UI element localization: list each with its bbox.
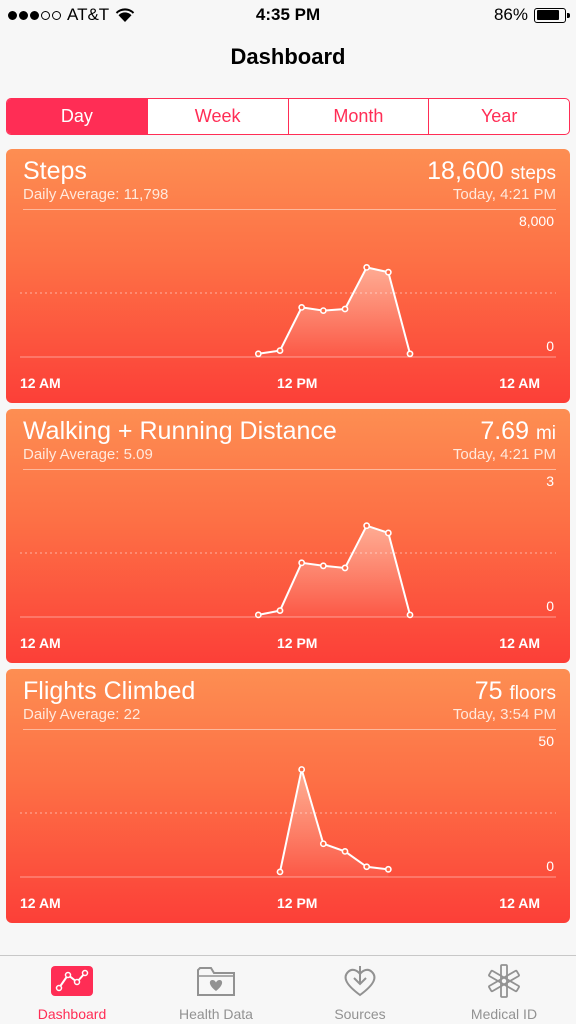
battery-icon [534,7,570,23]
data-point [319,840,327,848]
data-point [363,264,371,271]
data-point [276,347,284,354]
data-point [254,350,262,358]
data-point [363,863,371,871]
card-value-number: 75 [474,677,503,705]
status-right: 86% [493,5,570,25]
y-axis-min-label: 0 [546,858,554,874]
flights-climbed-card[interactable]: Flights Climbed Daily Average: 22 75 flo… [6,669,570,923]
x-axis-label-start: 12 AM [20,375,61,391]
segment-day[interactable]: Day [7,99,147,134]
data-point [276,868,284,876]
data-point [384,865,392,873]
status-time: 4:35 PM [255,5,321,24]
card-timestamp: Today, 4:21 PM [452,446,556,463]
data-point [341,847,349,855]
y-axis-max-label: 8,000 [518,213,554,229]
status-bar: AT&T 4:35 PM 86% [0,0,576,30]
card-timestamp: Today, 3:54 PM [452,706,556,723]
segment-month[interactable]: Month [287,99,429,134]
card-value-unit: floors [509,683,556,704]
data-point [319,307,327,314]
series-area [280,769,389,877]
tab-label: Dashboard [37,1006,107,1022]
card-daily-average: Daily Average: 22 [23,706,141,723]
card-value: 18,600 steps [427,157,556,186]
data-point [341,305,349,313]
data-point [341,564,349,572]
card-daily-average: Daily Average: 11,798 [23,186,169,203]
battery-percent: 86% [493,5,528,24]
tab-label: Medical ID [470,1006,538,1022]
tab-health-data[interactable]: Health Data [144,956,288,1024]
card-title: Walking + Running Distance [23,417,337,445]
steps-card[interactable]: Steps Daily Average: 11,798 18,600 steps… [6,149,570,403]
data-point [254,611,262,619]
dashboard-chart-icon [50,964,94,998]
tab-label: Health Data [179,1006,253,1022]
x-axis-label-end: 12 AM [499,635,540,651]
health-data-folder-icon [194,964,238,998]
segment-week[interactable]: Week [146,99,288,134]
x-axis-label-start: 12 AM [20,635,61,651]
card-divider [23,729,556,730]
data-point [319,562,327,570]
sources-heart-icon [338,964,382,998]
card-daily-average: Daily Average: 5.09 [23,446,153,463]
card-divider [23,469,556,470]
x-axis-label-mid: 12 PM [277,375,318,391]
series-area [258,267,410,357]
card-value: 75 floors [475,677,556,706]
y-axis-min-label: 0 [546,338,554,354]
card-value-unit: steps [510,163,556,184]
y-axis-max-label: 50 [538,733,554,749]
data-point [276,607,284,614]
card-value-unit: mi [535,423,556,444]
card-timestamp: Today, 4:21 PM [452,186,556,203]
time-range-segmented-control: Day Week Month Year [6,98,570,135]
medical-id-star-icon [482,964,526,998]
series-area [258,525,410,617]
tab-dashboard[interactable]: Dashboard [0,956,144,1024]
x-axis-label-mid: 12 PM [277,635,318,651]
tab-label: Sources [334,1006,386,1022]
tab-medical-id[interactable]: Medical ID [432,956,576,1024]
data-point [298,303,306,311]
page-title: Dashboard [230,44,346,69]
data-point [406,611,414,619]
card-title: Steps [23,157,87,185]
x-axis-label-mid: 12 PM [277,895,318,911]
card-value: 7.69 mi [480,417,556,446]
data-point [298,559,306,567]
data-point [384,529,392,537]
walking-running-distance-card[interactable]: Walking + Running Distance Daily Average… [6,409,570,663]
y-axis-max-label: 3 [546,473,554,489]
tab-bar: Dashboard Health Data Sources Medical ID [0,955,576,1024]
card-value-number: 18,600 [427,157,504,185]
segment-year[interactable]: Year [428,99,569,134]
card-title: Flights Climbed [23,677,196,705]
y-axis-min-label: 0 [546,598,554,614]
x-axis-label-end: 12 AM [499,375,540,391]
x-axis-label-end: 12 AM [499,895,540,911]
tab-sources[interactable]: Sources [288,956,432,1024]
card-value-number: 7.69 [480,417,529,445]
x-axis-label-start: 12 AM [20,895,61,911]
data-point [298,766,306,773]
card-divider [23,209,556,210]
data-point [384,268,392,276]
data-point [406,350,414,358]
data-point [363,522,371,530]
